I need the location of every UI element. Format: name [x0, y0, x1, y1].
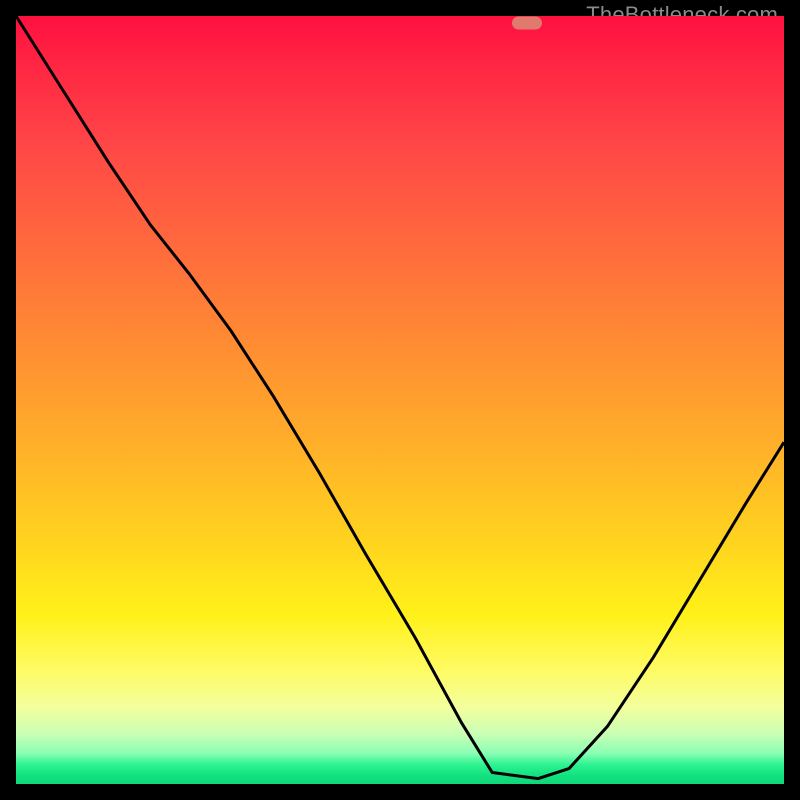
- bottleneck-curve: [16, 16, 784, 779]
- curve-svg: [16, 16, 784, 784]
- optimal-marker-icon: [512, 16, 542, 29]
- chart-frame: TheBottleneck.com: [16, 16, 784, 784]
- plot-area: [16, 16, 784, 784]
